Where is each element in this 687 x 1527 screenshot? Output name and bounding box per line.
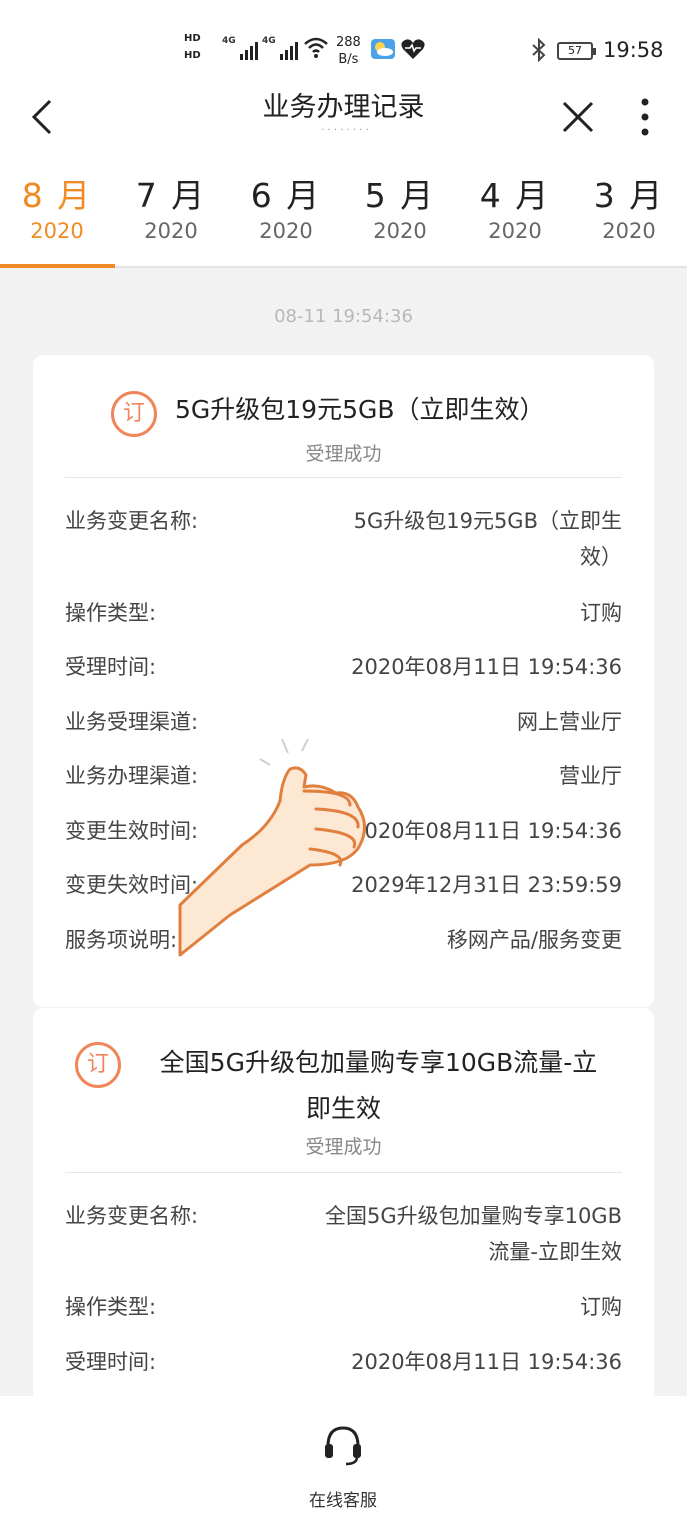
network-speed: 288 B/s [336, 34, 361, 68]
record-name-line: 即生效 [305, 1094, 381, 1123]
detail-value-line: 5G升级包19元5GB（立即生 [353, 509, 622, 533]
hd-label-1: HD [184, 33, 201, 44]
record-status: 受理成功 [305, 443, 382, 465]
divider [65, 1172, 622, 1173]
page-subtitle: · · · · · · · · [321, 125, 369, 133]
hd-label-2: HD [184, 50, 201, 61]
hd-indicator: HD HD [184, 30, 218, 64]
tab-month-label: 7 月 [135, 176, 207, 215]
detail-key: 操作类型: [65, 1295, 157, 1319]
detail-value-line: 全国5G升级包加量购专享10GB [324, 1204, 622, 1228]
tab-month-label: 4 月 [479, 176, 551, 215]
detail-value: 2020年08月11日 19:54:36 [351, 1350, 622, 1374]
detail-value: 营业厅 [559, 764, 622, 788]
health-icon [401, 39, 425, 59]
detail-value-line: 流量-立即生效 [488, 1240, 622, 1264]
detail-value-line: 效） [580, 545, 622, 569]
detail-key: 受理时间: [65, 1350, 157, 1374]
detail-value: 全国5G升级包加量购专享10GB 流量-立即生效 [325, 1198, 622, 1270]
detail-value: 订购 [580, 1295, 622, 1319]
divider [65, 477, 622, 478]
tab-month-7[interactable]: 7 月 2020 [114, 176, 228, 246]
tab-month-label: 3 月 [593, 176, 665, 215]
record-status: 受理成功 [305, 1136, 382, 1158]
close-icon[interactable] [560, 99, 596, 135]
thumbs-up-sticker [178, 738, 366, 957]
weather-icon [371, 39, 395, 59]
active-tab-indicator [0, 264, 115, 268]
speed-unit: B/s [338, 52, 359, 67]
signal-icon: 4G [262, 36, 298, 60]
tab-year-label: 2020 [259, 219, 313, 243]
tab-month-3[interactable]: 3 月 2020 [572, 176, 686, 246]
detail-value: 2020年08月11日 19:54:36 [351, 819, 622, 843]
headset-icon [325, 1426, 361, 1466]
tab-month-label: 5 月 [364, 176, 436, 215]
tab-month-5[interactable]: 5 月 2020 [343, 176, 457, 246]
status-bar: HD HD 4G 4G 288 B/s 57 19:58 [0, 0, 687, 75]
detail-key: 服务项说明: [65, 928, 178, 952]
record-name: 5G升级包19元5GB（立即生效） [175, 395, 545, 424]
tab-year-label: 2020 [30, 219, 84, 243]
detail-value: 订购 [580, 601, 622, 625]
network-type-1: 4G [222, 36, 236, 46]
bottom-bar: 在线客服 [0, 1396, 687, 1527]
tab-month-4[interactable]: 4 月 2020 [458, 176, 572, 246]
detail-key: 业务变更名称: [65, 509, 199, 533]
online-service-button[interactable]: 在线客服 [300, 1422, 386, 1511]
record-name: 全国5G升级包加量购专享10GB流量-立 [133, 1044, 624, 1082]
detail-value: 移网产品/服务变更 [446, 928, 622, 952]
battery-icon: 57 [557, 42, 596, 60]
tab-month-6[interactable]: 6 月 2020 [229, 176, 343, 246]
tab-year-label: 2020 [144, 219, 198, 243]
detail-value: 网上营业厅 [517, 710, 622, 734]
detail-value: 5G升级包19元5GB（立即生 效） [354, 503, 622, 575]
tab-year-label: 2020 [488, 219, 542, 243]
order-badge-icon: 订 [111, 391, 157, 437]
network-type-2: 4G [262, 36, 276, 46]
month-tabs: 8 月 2020 7 月 2020 6 月 2020 5 月 2020 4 月 … [0, 160, 687, 268]
detail-key: 业务变更名称: [65, 1204, 199, 1228]
order-badge-icon: 订 [75, 1042, 121, 1088]
tab-month-8[interactable]: 8 月 2020 [0, 176, 114, 246]
tab-year-label: 2020 [602, 219, 656, 243]
record-name-line: 全国5G升级包加量购专享10GB流量-立 [159, 1048, 598, 1077]
tab-year-label: 2020 [373, 219, 427, 243]
bluetooth-icon [532, 38, 546, 62]
clock: 19:58 [603, 38, 664, 62]
record-date-stamp: 08-11 19:54:36 [274, 306, 413, 327]
tab-month-label: 6 月 [250, 176, 322, 215]
detail-value: 2029年12月31日 23:59:59 [351, 873, 622, 897]
detail-key: 操作类型: [65, 601, 157, 625]
more-vertical-icon[interactable] [632, 95, 658, 139]
navigation-bar: 业务办理记录 · · · · · · · · [0, 75, 687, 160]
wifi-icon [304, 37, 328, 58]
detail-key: 受理时间: [65, 655, 157, 679]
speed-value: 288 [336, 35, 361, 50]
signal-icon: 4G [222, 36, 258, 60]
online-service-label: 在线客服 [309, 1491, 377, 1511]
detail-value: 2020年08月11日 19:54:36 [351, 655, 622, 679]
record-card[interactable]: 订 全国5G升级包加量购专享10GB流量-立 即生效 受理成功 业务变更名称: … [33, 1008, 654, 1428]
tab-month-label: 8 月 [21, 176, 93, 215]
